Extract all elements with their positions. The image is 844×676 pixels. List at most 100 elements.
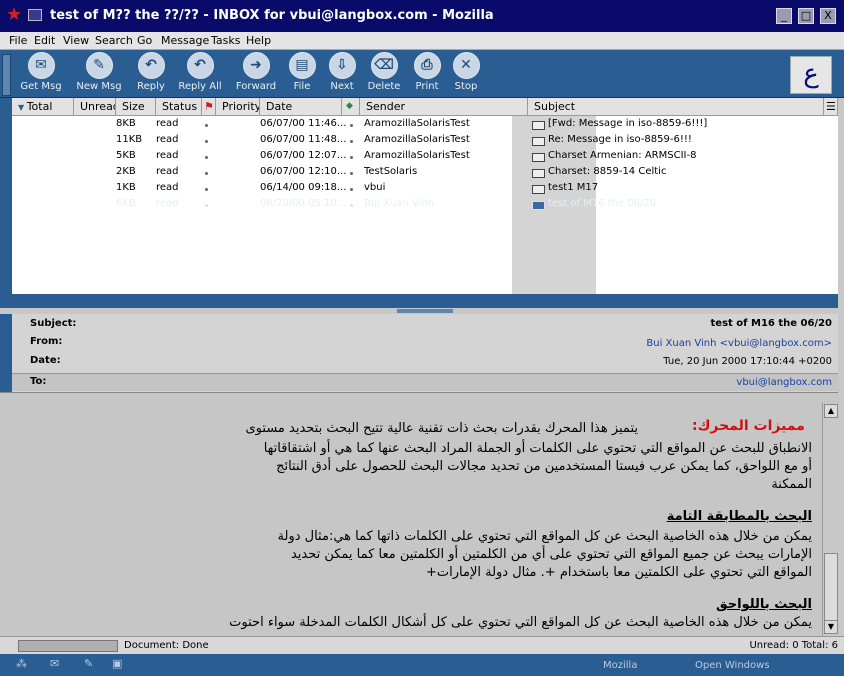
flag-icon[interactable]: ⚑ — [202, 98, 216, 116]
scroll-up-icon[interactable]: ▲ — [824, 404, 838, 418]
stop-button[interactable]: ✕ Stop — [450, 52, 482, 92]
column-priority[interactable]: Priority — [216, 98, 260, 116]
body-line-5: يمكن من خلال هذه الخاصية البحث عن كل الم… — [277, 529, 812, 544]
file-icon: ▤ — [288, 52, 316, 79]
delete-button[interactable]: ⌫ Delete — [366, 52, 402, 92]
forward-button[interactable]: ➜ Forward — [234, 52, 278, 92]
column-size[interactable]: Size — [116, 98, 156, 116]
body-line-7: المواقع التي تحتوي على الكلمتين معا باست… — [426, 565, 812, 580]
date-value: Tue, 20 Jun 2000 17:10:44 +0200 — [663, 356, 832, 367]
column-sender[interactable]: Sender — [360, 98, 528, 116]
stop-icon: ✕ — [452, 52, 480, 79]
message-icon — [532, 153, 545, 162]
body-line-4: الممكنة — [771, 477, 812, 492]
next-icon: ⇩ — [328, 52, 356, 79]
navigator-icon[interactable]: ⁂ — [16, 657, 27, 670]
message-icon — [532, 201, 545, 210]
body-title: مميزات المحرك: — [692, 418, 805, 434]
flag-dot-icon[interactable] — [205, 188, 208, 191]
menu-message[interactable]: Message — [161, 34, 209, 47]
print-button[interactable]: ⎙ Print — [410, 52, 444, 92]
progress-meter — [18, 640, 118, 652]
next-button[interactable]: ⇩ Next — [326, 52, 358, 92]
scroll-thumb[interactable] — [824, 553, 838, 627]
read-dot-icon[interactable] — [350, 124, 353, 127]
menu-help[interactable]: Help — [246, 34, 271, 47]
column-date[interactable]: Date — [260, 98, 342, 116]
scroll-down-icon[interactable]: ▼ — [824, 620, 838, 634]
print-icon: ⎙ — [413, 52, 441, 79]
composer-icon[interactable]: ✎ — [84, 657, 93, 670]
flag-dot-icon[interactable] — [205, 124, 208, 127]
toolbar: ✉ Get Msg ✎ New Msg ↶ Reply ↶ Reply All … — [0, 50, 844, 98]
window-right-edge — [838, 98, 844, 676]
flag-dot-icon[interactable] — [205, 172, 208, 175]
subject-label: Subject: — [30, 318, 77, 329]
menu-file[interactable]: File — [9, 34, 27, 47]
get-msg-icon: ✉ — [27, 52, 55, 79]
column-total[interactable]: ▼ Total — [12, 98, 74, 116]
body-line-6: الإمارات يبحث عن جميع المواقع التي تحتوي… — [290, 547, 812, 562]
component-bar: ⁂ ✉ ✎ ▣ Mozilla Open Windows — [0, 654, 844, 676]
column-picker-icon[interactable]: ☰ — [824, 98, 838, 116]
read-dot-icon[interactable] — [350, 172, 353, 175]
from-value[interactable]: Bui Xuan Vinh <vbui@langbox.com> — [646, 338, 832, 349]
title-bar: ★ test of M?? the ??/?? - INBOX for vbui… — [0, 0, 844, 32]
minimize-button[interactable]: _ — [776, 8, 792, 24]
body-line-3: أو مع اللواحق، كما يمكن عرب فيستا المستخ… — [276, 459, 812, 474]
reply-icon: ↶ — [137, 52, 165, 79]
close-button[interactable]: X — [820, 8, 836, 24]
reply-all-icon: ↶ — [186, 52, 214, 79]
read-indicator-icon[interactable]: ◆ — [342, 98, 360, 116]
menu-search[interactable]: Search — [95, 34, 133, 47]
to-value[interactable]: vbui@langbox.com — [736, 377, 832, 388]
reply-all-button[interactable]: ↶ Reply All — [178, 52, 222, 92]
read-dot-icon[interactable] — [350, 188, 353, 191]
flag-dot-icon[interactable] — [205, 156, 208, 159]
header-pane-grip[interactable] — [0, 314, 12, 404]
maximize-button[interactable]: □ — [798, 8, 814, 24]
forward-icon: ➜ — [242, 52, 270, 79]
toolbar-grip[interactable] — [2, 54, 11, 96]
menu-edit[interactable]: Edit — [34, 34, 55, 47]
open-windows-label[interactable]: Open Windows — [695, 660, 770, 671]
window-shade-icon[interactable] — [28, 9, 42, 21]
subject-value: test of M16 the 06/20 — [710, 318, 832, 329]
file-button[interactable]: ▤ File — [286, 52, 318, 92]
read-dot-icon[interactable] — [350, 204, 353, 207]
get-msg-button[interactable]: ✉ Get Msg — [20, 52, 62, 92]
menu-bar: File Edit View Search Go Message Tasks H… — [0, 32, 844, 50]
column-status[interactable]: Status — [156, 98, 202, 116]
thread-pane-grip[interactable] — [0, 98, 12, 308]
body-heading-2: البحث باللواحق — [716, 597, 812, 612]
addressbook-icon[interactable]: ▣ — [112, 657, 122, 670]
message-body: مميزات المحرك: يتميز هذا المحرك بقدرات ب… — [0, 392, 838, 636]
from-label: From: — [30, 336, 63, 347]
body-line-8: يمكن من خلال هذه الخاصية البحث عن كل الم… — [229, 615, 812, 630]
menu-view[interactable]: View — [63, 34, 89, 47]
to-label: To: — [30, 376, 47, 387]
window-menu-icon[interactable]: ★ — [6, 6, 24, 24]
date-label: Date: — [30, 355, 61, 366]
mail-icon[interactable]: ✉ — [50, 657, 59, 670]
sort-down-icon: ▼ — [18, 103, 27, 112]
body-scrollbar[interactable]: ▲ ▼ — [822, 403, 838, 636]
splitter-grip[interactable] — [397, 309, 453, 313]
new-msg-button[interactable]: ✎ New Msg — [75, 52, 123, 92]
read-dot-icon[interactable] — [350, 156, 353, 159]
column-unread[interactable]: Unread — [74, 98, 116, 116]
status-bar: Document: Done Unread: 0 Total: 6 — [0, 636, 844, 654]
menu-go[interactable]: Go — [137, 34, 152, 47]
body-line-1: يتميز هذا المحرك بقدرات بحث ذات تقنية عا… — [245, 421, 639, 436]
mozilla-label[interactable]: Mozilla — [603, 660, 637, 671]
flag-dot-icon[interactable] — [205, 140, 208, 143]
to-row: To: vbui@langbox.com — [12, 373, 838, 391]
new-msg-icon: ✎ — [85, 52, 113, 79]
column-subject[interactable]: Subject — [528, 98, 824, 116]
flag-dot-icon[interactable] — [205, 204, 208, 207]
menu-tasks[interactable]: Tasks — [211, 34, 240, 47]
message-icon — [532, 121, 545, 130]
reply-button[interactable]: ↶ Reply — [133, 52, 169, 92]
message-counts: Unread: 0 Total: 6 — [749, 640, 838, 651]
read-dot-icon[interactable] — [350, 140, 353, 143]
